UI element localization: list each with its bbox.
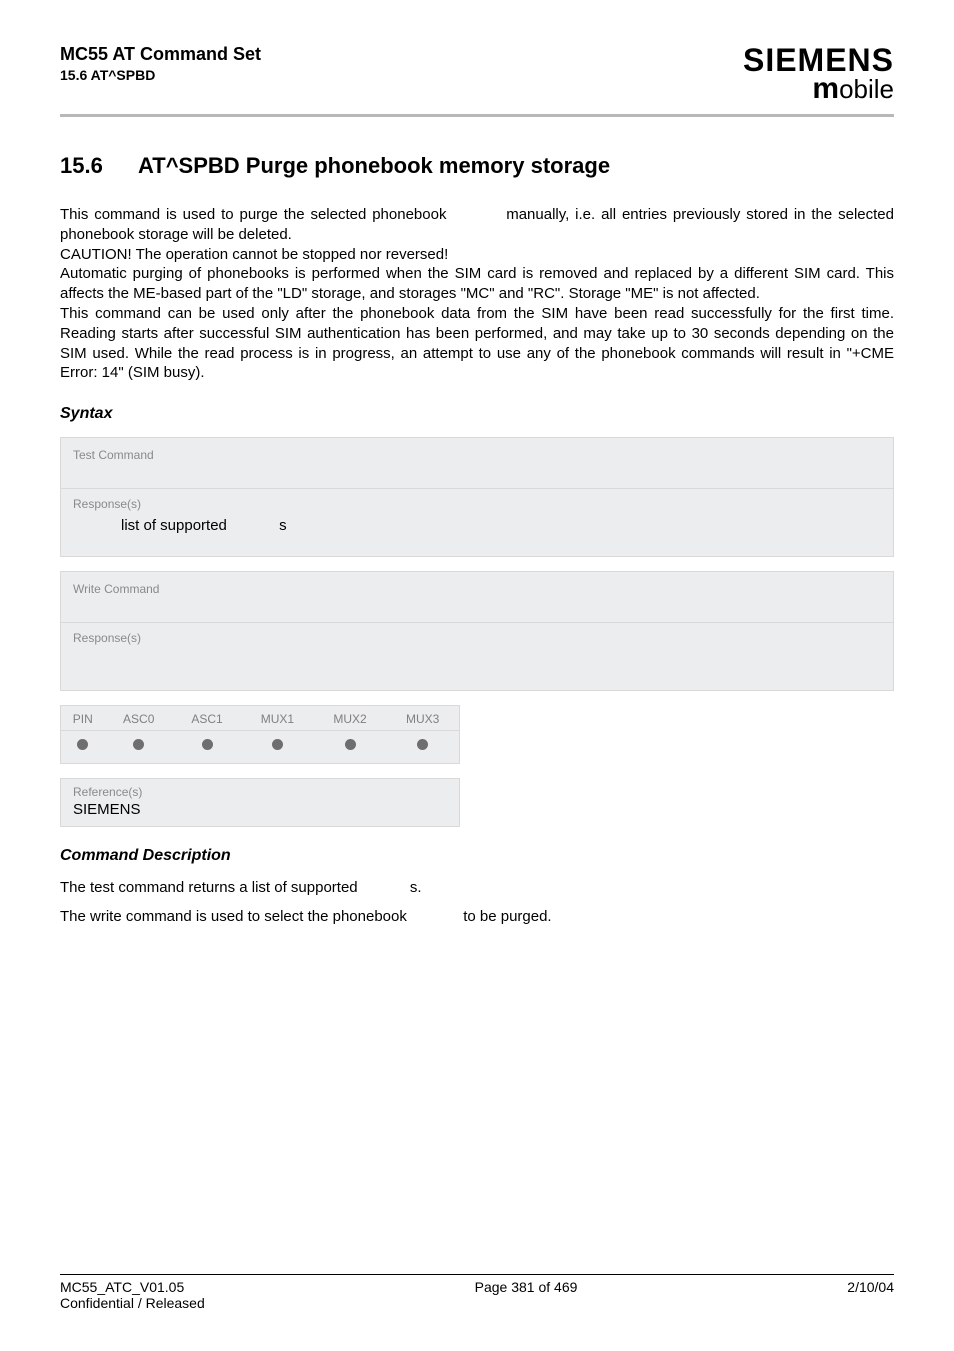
p3: Automatic purging of phonebooks is perfo… xyxy=(60,265,894,302)
cap-dot-mux3 xyxy=(386,731,459,764)
desc2a: The write command is used to select the … xyxy=(60,908,411,925)
footer-row: MC55_ATC_V01.05 Confidential / Released … xyxy=(60,1279,894,1311)
p4: This command can be used only after the … xyxy=(60,305,894,381)
desc1a: The test command returns a list of suppo… xyxy=(60,879,362,896)
p1a: This command is used to purge the select… xyxy=(60,206,452,223)
cap-h-mux3: MUX3 xyxy=(386,706,459,731)
content-area: 15.6AT^SPBD Purge phonebook memory stora… xyxy=(60,117,894,925)
document-subtitle: 15.6 AT^SPBD xyxy=(60,67,261,83)
footer-confidential: Confidential / Released xyxy=(60,1295,205,1311)
cap-h-asc1: ASC1 xyxy=(173,706,241,731)
footer-left: MC55_ATC_V01.05 Confidential / Released xyxy=(60,1279,205,1311)
test-response-text: list of supported s xyxy=(73,517,881,534)
cap-dot-asc0 xyxy=(105,731,173,764)
section-heading: 15.6AT^SPBD Purge phonebook memory stora… xyxy=(60,153,894,179)
footer-rule xyxy=(60,1274,894,1275)
test-resp-b: s xyxy=(279,517,287,534)
test-response-body: Response(s) list of supported s xyxy=(61,489,893,556)
mobile-m: m xyxy=(812,72,839,105)
cap-h-mux1: MUX1 xyxy=(241,706,314,731)
mobile-wordmark: mobile xyxy=(743,74,894,104)
dot-icon xyxy=(133,739,144,750)
write-command-label: Write Command xyxy=(61,572,893,623)
command-description-heading: Command Description xyxy=(60,847,894,865)
test-command-label: Test Command xyxy=(61,438,893,489)
intro-text: This command is used to purge the select… xyxy=(60,205,894,383)
header-left: MC55 AT Command Set 15.6 AT^SPBD xyxy=(60,44,261,83)
cap-h-mux2: MUX2 xyxy=(314,706,387,731)
footer-version: MC55_ATC_V01.05 xyxy=(60,1279,205,1295)
page-header: MC55 AT Command Set 15.6 AT^SPBD SIEMENS… xyxy=(60,44,894,104)
write-response-body: Response(s) xyxy=(61,623,893,690)
p2: CAUTION! The operation cannot be stopped… xyxy=(60,246,448,263)
write-response-text xyxy=(73,651,881,668)
desc-line-1: The test command returns a list of suppo… xyxy=(60,879,894,896)
capability-table-block: PIN ASC0 ASC1 MUX1 MUX2 MUX3 xyxy=(60,705,460,764)
desc1b: s. xyxy=(410,879,422,896)
capability-header-row: PIN ASC0 ASC1 MUX1 MUX2 MUX3 xyxy=(61,706,459,731)
cap-dot-asc1 xyxy=(173,731,241,764)
dot-icon xyxy=(417,739,428,750)
section-title: AT^SPBD Purge phonebook memory storage xyxy=(138,153,610,178)
dot-icon xyxy=(202,739,213,750)
footer-date: 2/10/04 xyxy=(847,1279,894,1311)
test-resp-a: list of supported xyxy=(121,517,231,534)
test-command-block: Test Command Response(s) list of support… xyxy=(60,437,894,557)
siemens-logo: SIEMENS mobile xyxy=(743,44,894,104)
reference-value: SIEMENS xyxy=(61,801,459,826)
syntax-heading: Syntax xyxy=(60,405,894,423)
mobile-rest: obile xyxy=(839,74,894,104)
document-title: MC55 AT Command Set xyxy=(60,44,261,65)
section-number: 15.6 xyxy=(60,153,138,179)
write-command-block: Write Command Response(s) xyxy=(60,571,894,691)
cap-dot-mux1 xyxy=(241,731,314,764)
reference-label: Reference(s) xyxy=(61,779,459,801)
reference-block: Reference(s) SIEMENS xyxy=(60,778,460,827)
dot-icon xyxy=(77,739,88,750)
dot-icon xyxy=(345,739,356,750)
dot-icon xyxy=(272,739,283,750)
desc-line-2: The write command is used to select the … xyxy=(60,908,894,925)
desc2b: to be purged. xyxy=(459,908,552,925)
cap-h-asc0: ASC0 xyxy=(105,706,173,731)
cap-h-pin: PIN xyxy=(61,706,105,731)
capability-value-row xyxy=(61,731,459,764)
write-response-label: Response(s) xyxy=(73,631,881,645)
cap-dot-pin xyxy=(61,731,105,764)
page-footer: MC55_ATC_V01.05 Confidential / Released … xyxy=(60,1274,894,1311)
test-response-label: Response(s) xyxy=(73,497,881,511)
cap-dot-mux2 xyxy=(314,731,387,764)
footer-page-number: Page 381 of 469 xyxy=(475,1279,578,1311)
capability-table: PIN ASC0 ASC1 MUX1 MUX2 MUX3 xyxy=(61,706,459,763)
